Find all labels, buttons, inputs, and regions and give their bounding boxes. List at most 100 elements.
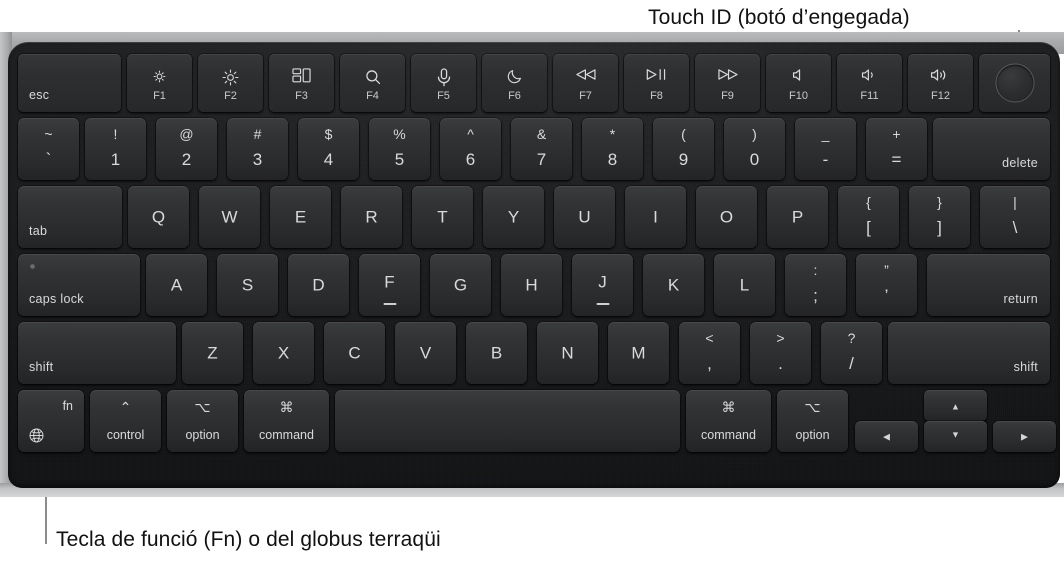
key-arrow-up[interactable]: ▲ [924,390,987,421]
key-5[interactable]: % 5 [369,118,430,180]
key-command-left[interactable]: ⌘ command [244,390,329,452]
key-tab-label: tab [29,223,48,238]
key-h[interactable]: H [501,254,562,316]
key-v[interactable]: V [395,322,456,384]
key-shift-right[interactable]: shift [888,322,1050,384]
key-g-label: G [453,275,468,295]
do-not-disturb-moon-icon [482,68,547,85]
key-arrow-right[interactable]: ▶ [993,421,1056,452]
key-j[interactable]: J [572,254,633,316]
key-esc[interactable]: esc [18,54,121,112]
key-g[interactable]: G [430,254,491,316]
key-x[interactable]: X [253,322,314,384]
key-f12[interactable]: F12 [908,54,973,112]
key-y[interactable]: Y [483,186,544,248]
key-f10[interactable]: F10 [766,54,831,112]
key-f9-label: F9 [721,90,734,102]
key-a[interactable]: A [146,254,207,316]
key-slash-lower-label: / [849,354,854,373]
key-k[interactable]: K [643,254,704,316]
key-control-left[interactable]: ⌃ control [90,390,161,452]
arrow-down-icon: ▼ [951,429,960,440]
key-return[interactable]: return [927,254,1050,316]
key-1[interactable]: ! 1 [85,118,146,180]
key-f1[interactable]: F1 [127,54,192,112]
key-tab[interactable]: tab [18,186,122,248]
key-f11[interactable]: F11 [837,54,902,112]
key-o[interactable]: O [696,186,757,248]
key-command-left-symbol: ⌘ [279,399,294,415]
key-u[interactable]: U [554,186,615,248]
key-7[interactable]: & 7 [511,118,572,180]
key-r[interactable]: R [341,186,402,248]
key-8[interactable]: * 8 [582,118,643,180]
key-z[interactable]: Z [182,322,243,384]
key-quote-upper-label: ” [884,262,889,278]
key-bracket-right[interactable]: } ] [909,186,970,248]
key-n[interactable]: N [537,322,598,384]
key-space[interactable] [335,390,680,452]
key-w[interactable]: W [199,186,260,248]
key-f11-label: F11 [860,90,879,102]
key-fn[interactable]: fn [18,390,84,452]
key-t[interactable]: T [412,186,473,248]
key-4[interactable]: $ 4 [298,118,359,180]
key-option-right[interactable]: ⌥ option [777,390,848,452]
key-f[interactable]: F [359,254,420,316]
key-f8[interactable]: F8 [624,54,689,112]
key-q[interactable]: Q [128,186,189,248]
key-f4[interactable]: F4 [340,54,405,112]
key-f3[interactable]: F3 [269,54,334,112]
spotlight-search-icon [340,68,405,86]
key-shift-right-label: shift [1013,359,1038,374]
key-f6[interactable]: F6 [482,54,547,112]
key-period-lower-label: . [778,354,783,373]
key-2[interactable]: @ 2 [156,118,217,180]
key-9-upper-label: ( [681,126,686,142]
key-period[interactable]: > . [750,322,811,384]
key-0[interactable]: ) 0 [724,118,785,180]
volume-mute-icon [766,68,831,82]
key-minus[interactable]: _ - [795,118,856,180]
key-m[interactable]: M [608,322,669,384]
key-arrow-down[interactable]: ▼ [924,421,987,452]
key-touch-id[interactable] [979,54,1050,112]
key-e[interactable]: E [270,186,331,248]
key-3[interactable]: # 3 [227,118,288,180]
key-m-label: M [631,343,646,363]
key-l[interactable]: L [714,254,775,316]
key-c[interactable]: C [324,322,385,384]
key-quote[interactable]: ” ’ [856,254,917,316]
key-6[interactable]: ^ 6 [440,118,501,180]
key-k-label: K [667,275,680,295]
key-d[interactable]: D [288,254,349,316]
key-command-right[interactable]: ⌘ command [686,390,771,452]
touch-id-icon [996,64,1033,102]
key-slash[interactable]: ? / [821,322,882,384]
key-grave[interactable]: ~ ` [18,118,79,180]
key-comma[interactable]: < , [679,322,740,384]
key-semicolon[interactable]: : ; [785,254,846,316]
key-bracket-left[interactable]: { [ [838,186,899,248]
key-comma-lower-label: , [707,354,712,373]
key-s[interactable]: S [217,254,278,316]
key-i[interactable]: I [625,186,686,248]
key-option-left[interactable]: ⌥ option [167,390,238,452]
key-equal[interactable]: + = [866,118,927,180]
key-9[interactable]: ( 9 [653,118,714,180]
key-f9[interactable]: F9 [695,54,760,112]
key-bracket-right-upper-label: } [937,194,942,210]
key-delete-label: delete [1002,155,1038,170]
key-f7[interactable]: F7 [553,54,618,112]
key-backslash[interactable]: | \ [980,186,1050,248]
key-delete[interactable]: delete [933,118,1050,180]
caps-lock-indicator-icon [30,264,35,269]
key-p[interactable]: P [767,186,828,248]
key-f5[interactable]: F5 [411,54,476,112]
key-caps-lock[interactable]: caps lock [18,254,140,316]
key-minus-upper-label: _ [821,126,830,142]
key-b[interactable]: B [466,322,527,384]
key-shift-left[interactable]: shift [18,322,176,384]
key-arrow-left[interactable]: ◀ [855,421,918,452]
key-f2[interactable]: F2 [198,54,263,112]
